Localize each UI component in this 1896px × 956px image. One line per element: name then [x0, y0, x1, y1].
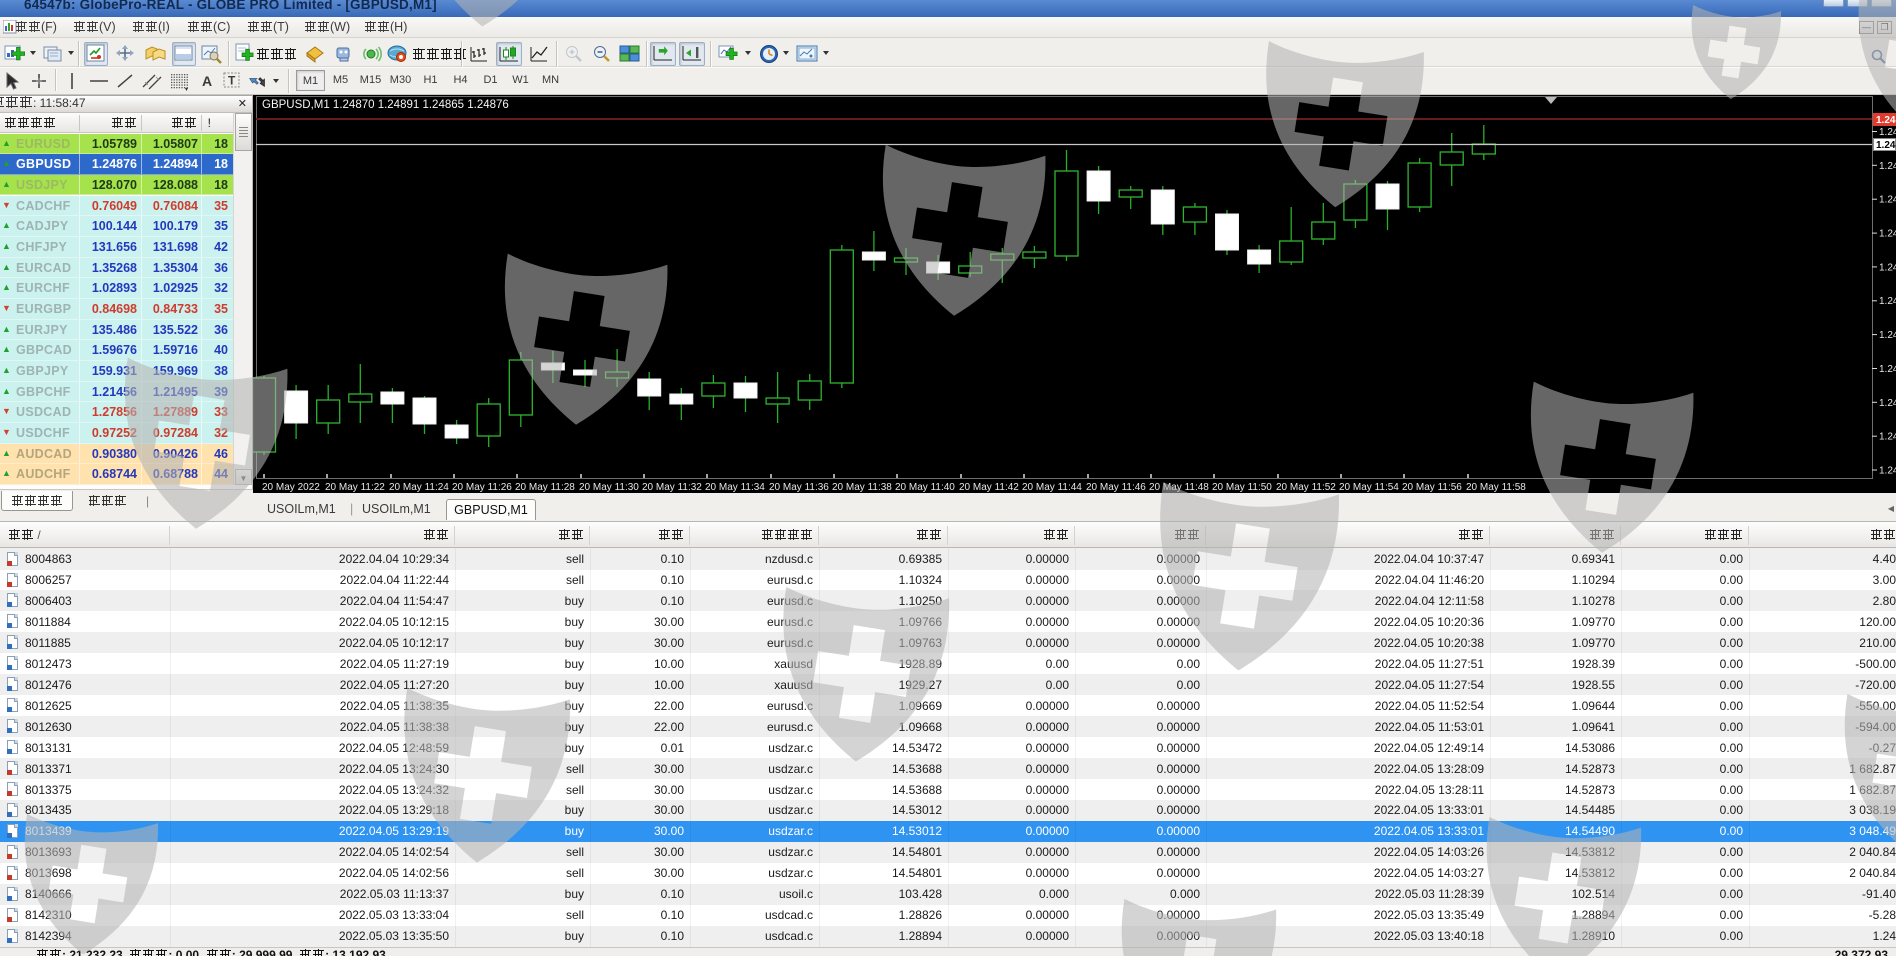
svg-text:20 May 11:48: 20 May 11:48 — [1149, 482, 1209, 493]
svg-text:1.24785: 1.24785 — [1879, 262, 1896, 273]
svg-text:20 May 11:42: 20 May 11:42 — [959, 482, 1019, 493]
svg-text:20 May 11:44: 20 May 11:44 — [1022, 482, 1082, 493]
svg-text:20 May 11:46: 20 May 11:46 — [1086, 482, 1146, 493]
svg-text:1.2489: 1.2489 — [1876, 115, 1896, 126]
svg-text:1.24735: 1.24735 — [1879, 330, 1896, 341]
svg-text:1.2487: 1.2487 — [1876, 140, 1896, 151]
svg-text:20 May 11:34: 20 May 11:34 — [705, 482, 765, 493]
svg-text:20 May 11:28: 20 May 11:28 — [515, 482, 575, 493]
svg-text:T: T — [228, 73, 236, 87]
svg-text:GBPUSD,M1 1.24870 1.24891 1.2: GBPUSD,M1 1.24870 1.24891 1.24865 1.2487… — [262, 99, 509, 111]
svg-text:20 May 11:32: 20 May 11:32 — [642, 482, 702, 493]
svg-text:1.24835: 1.24835 — [1879, 195, 1896, 206]
svg-text:20 May 2022: 20 May 2022 — [262, 482, 320, 493]
svg-text:20 May 11:24: 20 May 11:24 — [389, 482, 449, 493]
svg-text:20 May 11:54: 20 May 11:54 — [1339, 482, 1399, 493]
svg-text:20 May 11:30: 20 May 11:30 — [579, 482, 639, 493]
svg-text:1.24810: 1.24810 — [1879, 229, 1896, 240]
svg-text:1.24660: 1.24660 — [1879, 432, 1896, 443]
svg-text:20 May 11:50: 20 May 11:50 — [1212, 482, 1272, 493]
svg-text:20 May 11:22: 20 May 11:22 — [325, 482, 385, 493]
svg-text:A: A — [202, 73, 212, 89]
svg-text:1.24635: 1.24635 — [1879, 466, 1896, 477]
svg-text:1.24760: 1.24760 — [1879, 296, 1896, 307]
svg-text:1.24860: 1.24860 — [1879, 161, 1896, 172]
svg-text:1.24885: 1.24885 — [1879, 127, 1896, 138]
svg-text:1.24710: 1.24710 — [1879, 364, 1896, 375]
svg-text:20 May 11:56: 20 May 11:56 — [1402, 482, 1462, 493]
svg-text:20 May 11:52: 20 May 11:52 — [1276, 482, 1336, 493]
svg-text:20 May 11:26: 20 May 11:26 — [452, 482, 512, 493]
svg-text:1.24685: 1.24685 — [1879, 398, 1896, 409]
svg-text:20 May 11:40: 20 May 11:40 — [895, 482, 955, 493]
svg-text:20 May 11:36: 20 May 11:36 — [769, 482, 829, 493]
svg-text:20 May 11:58: 20 May 11:58 — [1466, 482, 1526, 493]
svg-text:20 May 11:38: 20 May 11:38 — [832, 482, 892, 493]
